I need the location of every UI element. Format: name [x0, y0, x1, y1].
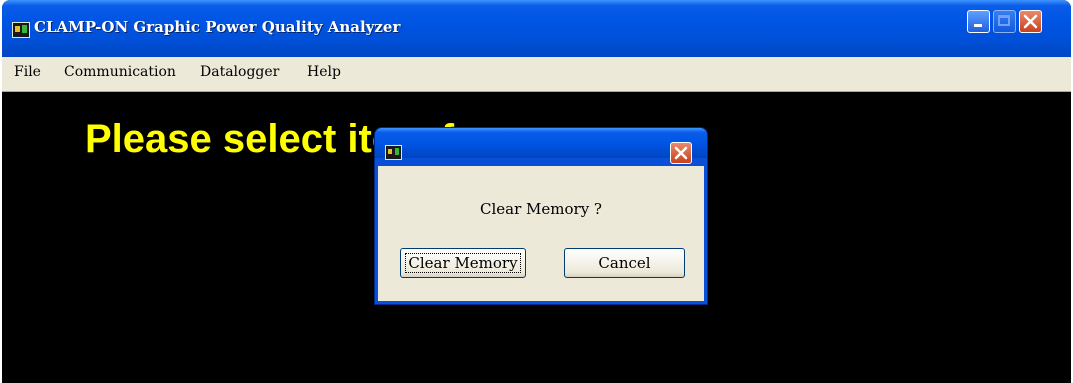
cancel-button[interactable]: Cancel	[564, 248, 685, 278]
window-title: CLAMP-ON Graphic Power Quality Analyzer	[34, 18, 401, 36]
menu-help[interactable]: Help	[307, 64, 341, 80]
clear-memory-label: Clear Memory	[405, 253, 521, 273]
close-icon	[1023, 14, 1038, 29]
close-button[interactable]	[1019, 10, 1042, 33]
dialog-message: Clear Memory ?	[480, 200, 602, 218]
clear-memory-button[interactable]: Clear Memory	[400, 248, 526, 278]
clear-memory-dialog: Clear Memory ? Clear Memory Cancel	[375, 128, 707, 304]
dialog-title-bar[interactable]	[375, 128, 707, 164]
app-icon[interactable]	[12, 22, 30, 38]
menu-communication[interactable]: Communication	[64, 64, 176, 80]
dialog-app-icon	[385, 145, 402, 160]
maximize-button[interactable]	[993, 10, 1016, 33]
maximize-icon	[998, 15, 1010, 26]
close-icon	[674, 146, 688, 160]
menu-bar: File Communication Datalogger Help	[2, 57, 1071, 92]
dialog-body: Clear Memory ? Clear Memory Cancel	[378, 166, 704, 301]
menu-file[interactable]: File	[14, 64, 41, 80]
minimize-button[interactable]	[967, 10, 990, 33]
minimize-icon	[974, 24, 982, 27]
title-bar[interactable]: CLAMP-ON Graphic Power Quality Analyzer	[2, 0, 1071, 57]
dialog-close-button[interactable]	[670, 142, 692, 164]
menu-datalogger[interactable]: Datalogger	[200, 64, 279, 80]
